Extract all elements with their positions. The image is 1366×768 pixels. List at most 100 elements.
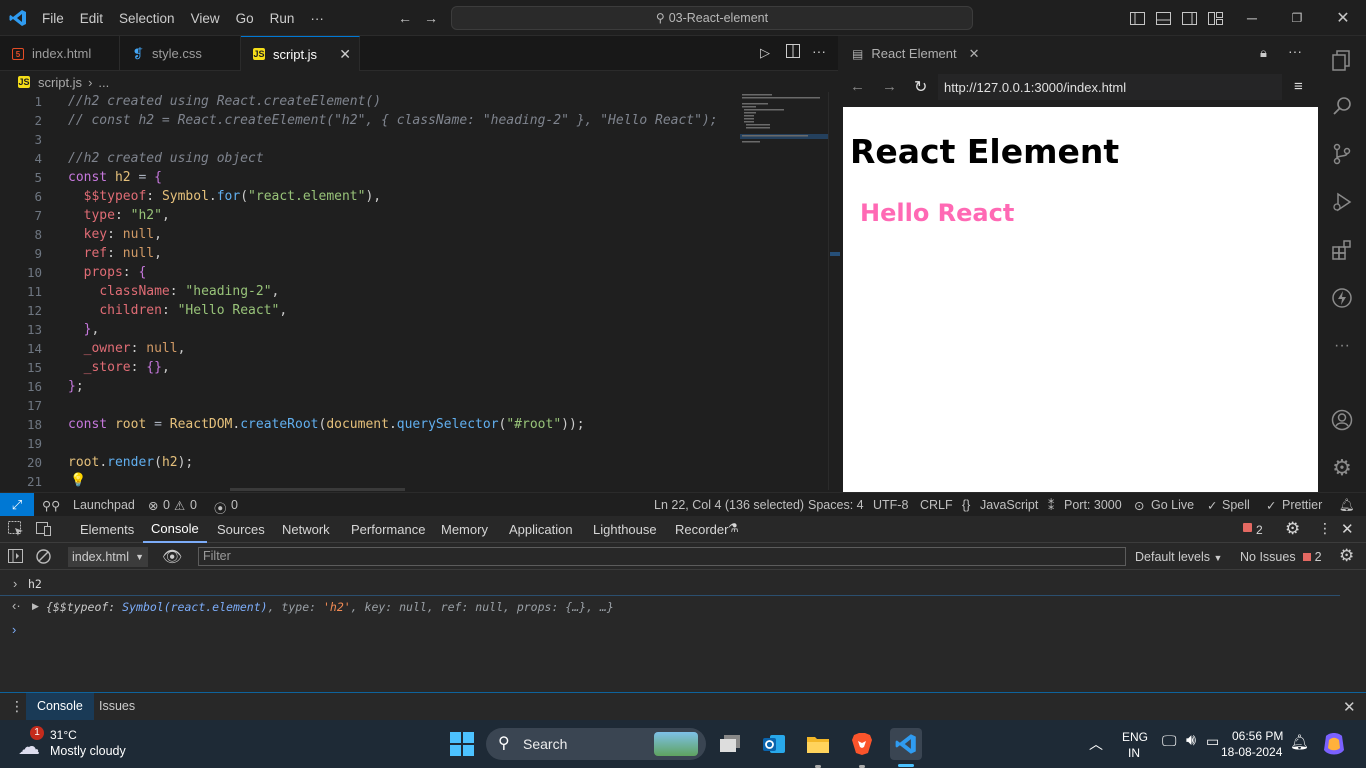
tab-recorder[interactable]: Recorder (667, 516, 736, 543)
console-prompt-icon[interactable]: › (12, 622, 16, 637)
menu-file[interactable]: File (34, 11, 72, 26)
windows-start-icon[interactable] (446, 728, 478, 760)
port-status[interactable]: Port: 3000 (1064, 498, 1122, 512)
brave-browser-icon[interactable] (846, 728, 878, 760)
language-top[interactable]: ENG (1122, 730, 1148, 744)
issues-badge-count[interactable]: 2 (1256, 523, 1263, 537)
search-icon[interactable] (1330, 94, 1354, 118)
menu-run[interactable]: Run (262, 11, 303, 26)
run-icon[interactable]: ▷ (760, 45, 770, 61)
go-live-button[interactable]: Go Live (1151, 498, 1194, 512)
close-window-icon[interactable]: ✕ (1333, 8, 1353, 28)
indentation[interactable]: Spaces: 4 (808, 498, 864, 512)
warning-icon[interactable]: ⚠ (174, 498, 185, 513)
editor-scrollbar[interactable] (828, 92, 840, 490)
tab-application[interactable]: Application (501, 516, 581, 543)
file-explorer-icon[interactable] (802, 728, 834, 760)
issues-button[interactable]: No Issues 2 (1240, 550, 1322, 564)
tab-network[interactable]: Network (274, 516, 338, 543)
tab-elements[interactable]: Elements (72, 516, 142, 543)
task-view-icon[interactable] (714, 728, 746, 760)
ports-count[interactable]: 0 (231, 498, 238, 512)
lightbulb-icon[interactable]: 💡 (70, 472, 86, 488)
clear-console-icon[interactable] (36, 549, 51, 567)
forward-arrow-icon[interactable]: → (421, 8, 441, 28)
extensions-icon[interactable] (1330, 238, 1354, 262)
expand-triangle-icon[interactable]: ▶ (32, 601, 39, 612)
customize-layout-icon[interactable] (1205, 8, 1225, 28)
console-settings-icon[interactable]: ⚙ (1339, 546, 1354, 566)
lock-icon[interactable]: 🔒︎ (1260, 45, 1267, 61)
close-tab-icon[interactable]: ✕ (969, 46, 980, 62)
context-select[interactable]: index.html ▼ (68, 547, 148, 567)
error-count[interactable]: 0 (163, 498, 170, 512)
weather-widget[interactable]: ☁ 1 31°C Mostly cloudy (16, 726, 136, 762)
menu-more[interactable]: ··· (302, 11, 332, 26)
source-control-icon[interactable] (1330, 142, 1354, 166)
menu-go[interactable]: Go (228, 11, 262, 26)
horizontal-scrollbar[interactable] (230, 488, 405, 491)
language-bottom[interactable]: IN (1128, 746, 1140, 760)
url-input[interactable]: http://127.0.0.1:3000/index.html (938, 74, 1282, 100)
close-tab-icon[interactable]: ✕ (339, 46, 351, 63)
tab-lighthouse[interactable]: Lighthouse (585, 516, 665, 543)
cursor-position[interactable]: Ln 22, Col 4 (136 selected) (654, 498, 804, 512)
volume-icon[interactable]: 🔊︎ (1186, 732, 1196, 750)
vscode-taskbar-icon[interactable] (890, 728, 922, 760)
remote-icon[interactable]: ⤢ (0, 493, 34, 517)
hamburger-menu-icon[interactable]: ≡ (1294, 78, 1303, 95)
browser-tab[interactable]: ▤ React Element ✕ (842, 36, 982, 71)
inspect-element-icon[interactable] (8, 521, 24, 540)
split-editor-icon[interactable] (786, 44, 800, 61)
toggle-sidebar-icon[interactable] (1127, 8, 1147, 28)
tab-index-html[interactable]: 5 index.html (0, 36, 120, 71)
menu-edit[interactable]: Edit (72, 11, 111, 26)
breadcrumb-rest[interactable]: ... (98, 75, 109, 90)
tab-memory[interactable]: Memory (433, 516, 496, 543)
clock-time[interactable]: 06:56 PM (1232, 729, 1283, 743)
forward-arrow-icon[interactable]: → (882, 78, 897, 95)
taskbar-search[interactable]: ⚲ Search (486, 728, 706, 760)
explorer-icon[interactable] (1330, 48, 1354, 72)
reload-icon[interactable]: ↻ (914, 77, 927, 97)
back-arrow-icon[interactable]: ← (850, 78, 865, 95)
run-debug-icon[interactable] (1330, 190, 1354, 214)
encoding[interactable]: UTF-8 (873, 498, 908, 512)
tab-script-js[interactable]: JS script.js ✕ (241, 36, 360, 71)
close-drawer-icon[interactable]: ✕ (1343, 698, 1356, 716)
more-actions-icon[interactable]: ··· (812, 43, 826, 59)
language-mode[interactable]: JavaScript (980, 498, 1038, 512)
menu-selection[interactable]: Selection (111, 11, 183, 26)
more-views-icon[interactable]: ··· (1330, 334, 1354, 358)
console-output-entry[interactable]: ‹· ▶ {$$typeof: Symbol(react.element), t… (0, 598, 1340, 618)
back-arrow-icon[interactable]: ← (395, 8, 415, 28)
ports-icon[interactable]: ⦿ (214, 498, 227, 517)
more-actions-icon[interactable]: ··· (1288, 43, 1302, 59)
code-editor[interactable]: 1 //h2 created using React.createElement(… (0, 92, 828, 490)
clock-date[interactable]: 18-08-2024 (1221, 745, 1282, 759)
sidebar-toggle-icon[interactable] (8, 549, 23, 566)
drawer-tab-issues[interactable]: Issues (91, 693, 143, 720)
battery-icon[interactable]: ▭ (1206, 733, 1219, 750)
settings-gear-icon[interactable]: ⚙ (1330, 455, 1354, 480)
chevron-up-icon[interactable]: ︿ (1089, 734, 1103, 754)
close-devtools-icon[interactable]: ✕ (1341, 520, 1354, 538)
settings-gear-icon[interactable]: ⚙ (1285, 519, 1300, 539)
launchpad-icon[interactable]: ⚲⚲ (42, 498, 60, 513)
toggle-secondary-sidebar-icon[interactable] (1179, 8, 1199, 28)
notification-bell-icon[interactable]: 🔔︎ (1290, 733, 1309, 751)
thunder-client-icon[interactable] (1330, 286, 1354, 310)
more-options-icon[interactable]: ⋮ (1318, 520, 1332, 537)
command-center-search[interactable]: ⚲ 03-React-element (451, 6, 973, 30)
filter-input[interactable]: Filter (198, 547, 1126, 566)
line-endings[interactable]: CRLF (920, 498, 953, 512)
toggle-panel-icon[interactable] (1153, 8, 1173, 28)
minimize-icon[interactable]: ─ (1242, 8, 1262, 28)
outlook-icon[interactable] (758, 728, 790, 760)
account-icon[interactable] (1330, 408, 1354, 432)
prettier-button[interactable]: Prettier (1282, 498, 1322, 512)
spell-button[interactable]: Spell (1222, 498, 1250, 512)
tab-performance[interactable]: Performance (343, 516, 433, 543)
minimap[interactable] (740, 92, 828, 162)
log-levels-dropdown[interactable]: Default levels ▼ (1135, 550, 1222, 564)
